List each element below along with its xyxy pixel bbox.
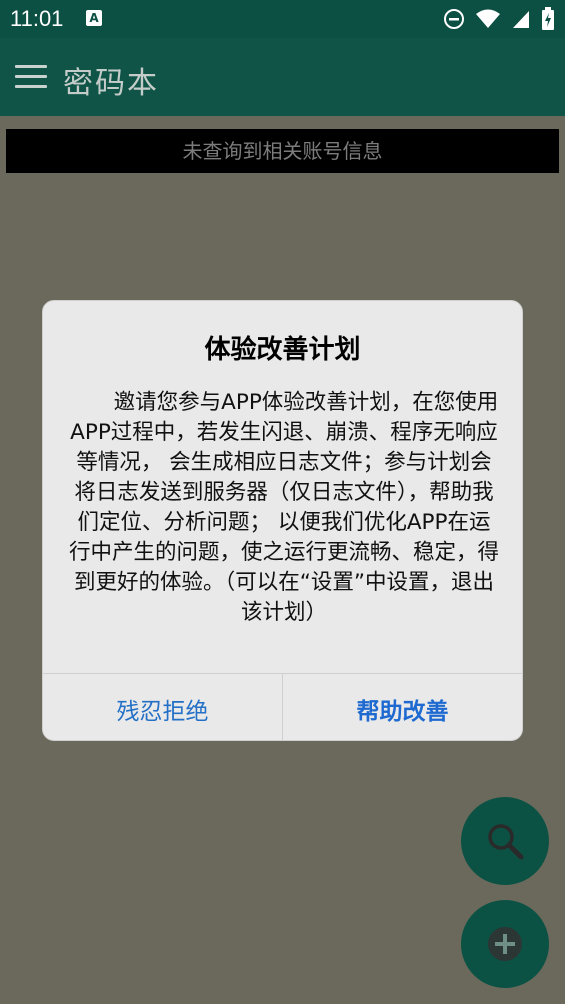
notification-icon: A <box>86 10 102 26</box>
wifi-icon <box>476 9 500 28</box>
status-bar: 11:01 A <box>0 0 565 38</box>
search-fab[interactable] <box>461 797 549 885</box>
status-time: 11:01 <box>10 6 64 31</box>
dialog-title: 体验改善计划 <box>204 335 361 365</box>
add-fab[interactable] <box>461 900 549 988</box>
menu-icon[interactable] <box>15 65 47 89</box>
dialog-buttons: 残忍拒绝 帮助改善 <box>43 673 522 740</box>
decline-button[interactable]: 残忍拒绝 <box>43 674 283 740</box>
app-title: 密码本 <box>63 66 159 101</box>
experience-plan-dialog: 体验改善计划 邀请您参与APP体验改善计划，在您使用APP过程中，若发生闪退、崩… <box>42 300 523 741</box>
battery-icon <box>542 7 554 30</box>
accept-button[interactable]: 帮助改善 <box>283 674 522 740</box>
signal-icon <box>513 11 529 28</box>
no-result-banner: 未查询到相关账号信息 <box>6 129 559 173</box>
dialog-message: 邀请您参与APP体验改善计划，在您使用APP过程中，若发生闪退、崩溃、程序无响应… <box>69 390 500 625</box>
do-not-disturb-icon <box>444 9 464 29</box>
add-icon <box>488 927 522 961</box>
search-icon <box>488 824 524 860</box>
status-icons <box>443 6 555 32</box>
app-bar: 密码本 <box>0 38 565 116</box>
